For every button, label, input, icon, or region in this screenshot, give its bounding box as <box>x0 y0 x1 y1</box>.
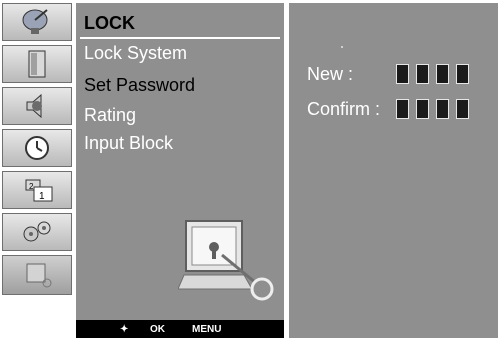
confirm-password-digit-1[interactable] <box>396 99 409 119</box>
confirm-password-digit-4[interactable] <box>456 99 469 119</box>
lock-menu-panel: LOCK Lock System Set Password Rating Inp… <box>76 3 284 338</box>
arrows-hint-icon: ✦ <box>120 323 129 335</box>
new-password-digit-2[interactable] <box>416 64 429 84</box>
satellite-dish-icon <box>22 9 48 34</box>
lock-monitor-icon <box>26 263 52 288</box>
clock-icon <box>25 136 49 160</box>
confirm-password-label: Confirm : <box>307 99 381 119</box>
tv-osd: 2 1 LOCK Lock System Set Password Rating <box>0 0 501 338</box>
audio-button[interactable] <box>2 87 72 125</box>
new-password-input[interactable] <box>396 64 469 84</box>
ok-hint: OK <box>150 323 165 335</box>
time-button[interactable] <box>2 129 72 167</box>
new-password-digit-1[interactable] <box>396 64 409 84</box>
menu-item-rating[interactable]: Rating <box>84 105 136 126</box>
lock-button[interactable] <box>2 255 72 295</box>
menu-title: LOCK <box>84 13 135 33</box>
pip-button[interactable]: 2 1 <box>2 171 72 209</box>
menu-item-input-block[interactable]: Input Block <box>84 133 173 154</box>
decorative-dot <box>341 46 343 48</box>
door-icon <box>28 50 46 78</box>
new-password-label: New : <box>307 64 354 84</box>
password-settings-panel: New : Confirm : <box>289 3 498 338</box>
navigation-hint-bar: ✦ OK MENU <box>76 320 284 338</box>
setup-button[interactable] <box>2 213 72 251</box>
menu-item-set-password[interactable]: Set Password <box>84 75 195 96</box>
menu-item-lock-system[interactable]: Lock System <box>84 43 187 64</box>
lock-monitor-illustration-icon <box>178 220 274 301</box>
channel-button[interactable] <box>2 3 72 41</box>
gears-icon <box>23 221 51 242</box>
title-divider <box>80 37 280 39</box>
menu-hint: MENU <box>192 323 222 335</box>
confirm-password-digit-2[interactable] <box>416 99 429 119</box>
new-password-digit-4[interactable] <box>456 64 469 84</box>
confirm-password-input[interactable] <box>396 99 469 119</box>
picture-button[interactable] <box>2 45 72 83</box>
new-password-digit-3[interactable] <box>436 64 449 84</box>
picture-in-picture-icon: 2 1 <box>25 179 53 202</box>
confirm-password-digit-3[interactable] <box>436 99 449 119</box>
category-icon-column: 2 1 <box>2 3 72 338</box>
speaker-icon <box>26 93 42 119</box>
svg-text:1: 1 <box>39 191 45 202</box>
svg-text:2: 2 <box>29 182 34 191</box>
